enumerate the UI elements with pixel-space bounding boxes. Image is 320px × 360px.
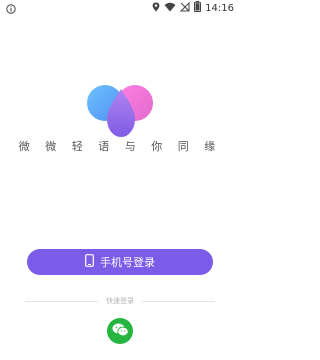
status-right: 14:16 xyxy=(152,1,234,15)
signal-off-icon xyxy=(179,1,190,15)
wifi-icon xyxy=(164,2,176,15)
divider-line-right xyxy=(142,300,215,302)
wechat-icon xyxy=(112,322,129,341)
app-slogan: 微 微 轻 语 与 你 同 缘 xyxy=(18,140,222,153)
status-left xyxy=(6,0,16,18)
phone-login-button[interactable]: 手机号登录 xyxy=(27,249,213,275)
status-bar: 14:16 xyxy=(0,0,240,16)
location-icon xyxy=(152,2,160,15)
divider-line-left xyxy=(25,300,98,302)
phone-login-label: 手机号登录 xyxy=(100,256,155,269)
battery-icon xyxy=(194,1,202,15)
quick-login-label: 快速登录 xyxy=(106,297,134,305)
app-logo xyxy=(85,85,157,141)
quick-login-divider: 快速登录 xyxy=(25,296,215,306)
info-icon xyxy=(6,0,16,18)
status-time: 14:16 xyxy=(205,2,234,14)
wechat-login-button[interactable] xyxy=(107,318,133,344)
phone-icon xyxy=(85,254,94,270)
